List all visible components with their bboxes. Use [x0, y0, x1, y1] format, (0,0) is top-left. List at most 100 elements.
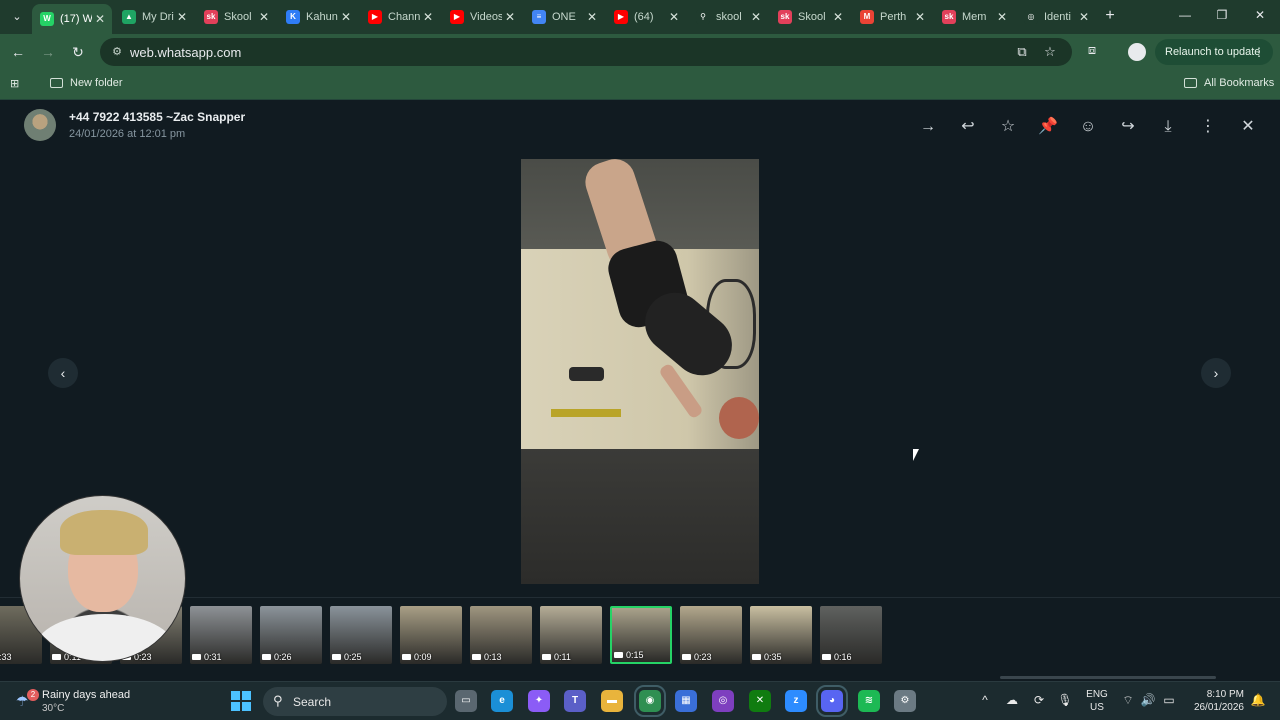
browser-tab[interactable]: W (17) WhatsApp✕ [32, 4, 112, 34]
spotify-icon[interactable]: ≋ [858, 690, 880, 712]
media-thumbnail[interactable]: 0:35 [750, 606, 812, 664]
video-frame[interactable] [521, 159, 759, 584]
browser-menu-icon[interactable]: ⋮ [1253, 39, 1265, 65]
address-bar[interactable]: ⚙ web.whatsapp.com ⧉ ☆ [100, 38, 1072, 66]
media-thumbnail[interactable]: 0:16 [820, 606, 882, 664]
store-icon[interactable]: ▦ [675, 690, 697, 712]
media-thumbnail[interactable]: 0:11 [540, 606, 602, 664]
chevron-up-icon[interactable]: ^ [977, 693, 993, 707]
media-thumbnail[interactable]: 0:09 [400, 606, 462, 664]
url-text: web.whatsapp.com [130, 45, 242, 60]
tab-close-icon[interactable]: ✕ [830, 10, 846, 24]
discord-icon[interactable]: ◕ [816, 685, 848, 717]
tab-close-icon[interactable]: ✕ [420, 10, 436, 24]
edge-icon[interactable]: e [491, 690, 513, 712]
browser-tab[interactable]: ▶ Channel✕ [360, 4, 440, 30]
media-thumbnail[interactable]: 0:26 [260, 606, 322, 664]
tab-close-icon[interactable]: ✕ [92, 12, 108, 26]
forward-nav-icon[interactable]: → [38, 42, 58, 62]
pin-icon[interactable]: 📌 [1036, 115, 1060, 139]
tab-close-icon[interactable]: ✕ [584, 10, 600, 24]
language-indicator[interactable]: ENG US [1086, 688, 1108, 714]
file-explorer-icon[interactable]: ▬ [601, 690, 623, 712]
copilot-icon[interactable]: ✦ [528, 690, 550, 712]
tab-close-icon[interactable]: ✕ [502, 10, 518, 24]
media-thumbnail[interactable]: 0:15 [610, 606, 672, 664]
bookmark-star-icon[interactable]: ☆ [1042, 44, 1058, 60]
tab-close-icon[interactable]: ✕ [256, 10, 272, 24]
extensions-icon[interactable]: ⧈ [1082, 42, 1102, 58]
profile-avatar[interactable] [1128, 43, 1146, 61]
back-icon[interactable]: ← [8, 42, 28, 62]
xbox-icon[interactable]: ✕ [749, 690, 771, 712]
site-info-icon[interactable]: ⚙ [108, 43, 126, 61]
zoom-icon[interactable]: z [785, 690, 807, 712]
browser-tab[interactable]: ▶ Videos ✕ [442, 4, 522, 30]
notifications-icon[interactable]: 🔔 [1250, 693, 1266, 707]
contact-avatar[interactable] [24, 109, 56, 141]
media-thumbnail[interactable]: 0:13 [470, 606, 532, 664]
window-close-icon[interactable]: ✕ [1250, 8, 1270, 22]
battery-icon[interactable]: ▭ [1161, 693, 1177, 707]
arrow-right-icon[interactable]: → [916, 115, 940, 139]
settings-icon[interactable]: ⚙ [894, 690, 916, 712]
browser-tab[interactable]: ≡ ONE ✕ [524, 4, 604, 30]
new-tab-button[interactable]: + [1101, 7, 1119, 25]
browser-tab[interactable]: sk Skool ✕ [770, 4, 850, 30]
tab-close-icon[interactable]: ✕ [912, 10, 928, 24]
microphone-icon[interactable]: 🎙 [1057, 693, 1073, 707]
tab-close-icon[interactable]: ✕ [994, 10, 1010, 24]
browser-tab[interactable]: sk Skool ✕ [196, 4, 276, 30]
volume-icon[interactable]: 🔊 [1140, 693, 1156, 707]
onedrive-icon[interactable]: ☁ [1004, 693, 1020, 707]
media-thumbnail[interactable]: 0:23 [680, 606, 742, 664]
media-thumbnail[interactable]: 0:25 [330, 606, 392, 664]
star-icon[interactable]: ☆ [996, 115, 1020, 139]
thumbnail-scrollbar[interactable] [1000, 676, 1216, 679]
tab-close-icon[interactable]: ✕ [338, 10, 354, 24]
browser-tab[interactable]: ⚲ skool ✕ [688, 4, 768, 30]
tab-close-icon[interactable]: ✕ [666, 10, 682, 24]
relaunch-button[interactable]: Relaunch to update ⋮ [1155, 39, 1273, 65]
bookmark-new-folder[interactable]: New folder [50, 77, 123, 89]
download-icon[interactable]: ⤓ [1156, 115, 1180, 139]
taskbar-clock[interactable]: 8:10 PM 26/01/2026 [1188, 688, 1244, 714]
tab-close-icon[interactable]: ✕ [174, 10, 190, 24]
emoji-icon[interactable]: ☺ [1076, 115, 1100, 139]
chrome-icon[interactable]: ◉ [634, 685, 666, 717]
app-icon[interactable]: ◎ [712, 690, 734, 712]
thumbnail-duration: 0:31 [192, 652, 222, 662]
teams-icon[interactable]: T [564, 690, 586, 712]
more-icon[interactable]: ⋮ [1196, 115, 1220, 139]
browser-tab[interactable]: ▲ My Drive✕ [114, 4, 194, 30]
minimize-icon[interactable]: — [1175, 8, 1195, 22]
thumbnail-strip: 0:330:110:230:310:260:250:090:130:110:15… [0, 597, 1280, 679]
reply-icon[interactable]: ↩ [956, 115, 980, 139]
sync-icon[interactable]: ⟳ [1031, 693, 1047, 707]
weather-widget[interactable]: ☂ 2 Rainy days ahead 30°C [16, 687, 156, 717]
forward-icon[interactable]: ↪ [1116, 115, 1140, 139]
close-icon[interactable]: ✕ [1236, 115, 1260, 139]
tab-search-icon[interactable]: ⌄ [6, 6, 28, 28]
tab-close-icon[interactable]: ✕ [1076, 10, 1092, 24]
all-bookmarks-button[interactable]: All Bookmarks [1184, 77, 1274, 89]
restore-icon[interactable]: ❐ [1212, 8, 1232, 22]
reload-icon[interactable]: ↻ [68, 42, 88, 62]
media-thumbnail[interactable]: 0:31 [190, 606, 252, 664]
browser-tab[interactable]: sk Mem ✕ [934, 4, 1014, 30]
wifi-icon[interactable]: ⌔ [1120, 693, 1136, 708]
browser-tab[interactable]: ◎ Identi ✕ [1016, 4, 1096, 30]
browser-tab[interactable]: K Kahunas✕ [278, 4, 358, 30]
previous-media-button[interactable]: ‹ [48, 358, 78, 388]
browser-tab[interactable]: M Perth ✕ [852, 4, 932, 30]
taskbar-search[interactable]: ⚲ Search [263, 687, 447, 716]
video-camera-icon [472, 654, 481, 660]
task-view-icon[interactable]: ▭ [455, 690, 477, 712]
tab-close-icon[interactable]: ✕ [748, 10, 764, 24]
windows-start-icon[interactable] [231, 691, 251, 711]
apps-grid-icon[interactable]: ⊞ [10, 77, 19, 90]
next-media-button[interactable]: › [1201, 358, 1231, 388]
tab-title: Skool [798, 11, 826, 23]
install-app-icon[interactable]: ⧉ [1014, 44, 1030, 60]
browser-tab[interactable]: ▶ (64) ✕ [606, 4, 686, 30]
